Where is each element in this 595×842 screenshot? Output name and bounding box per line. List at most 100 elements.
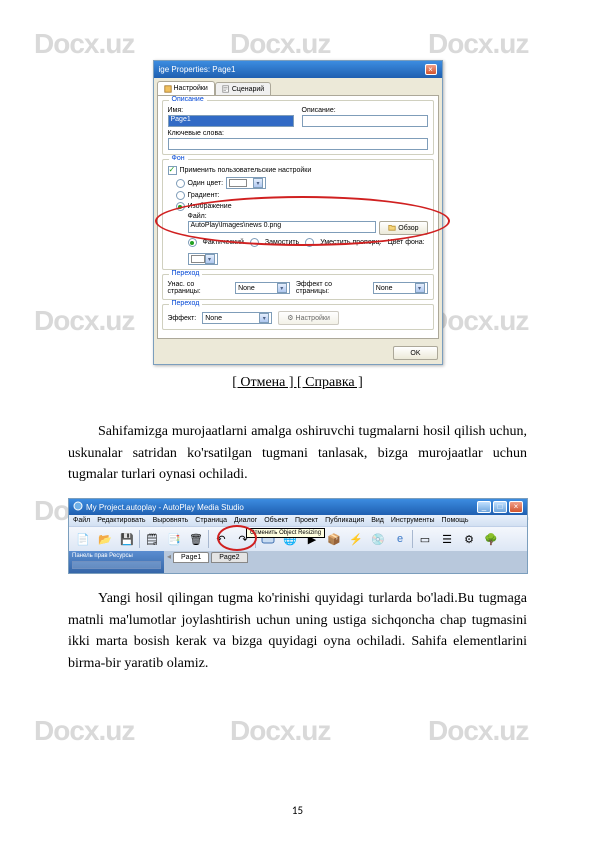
chevron-down-icon: ▾ (415, 283, 425, 293)
group-title: Описание (169, 96, 207, 103)
single-color-select[interactable]: ▾ (226, 177, 266, 189)
settings-button[interactable]: ⚙ Настройки (278, 311, 339, 325)
chevron-down-icon: ▾ (259, 313, 269, 323)
dup-page-icon[interactable]: 📑 (164, 529, 184, 549)
page-content: ige Properties: Page1 × Настройки Сценар… (0, 0, 595, 717)
tab-script[interactable]: Сценарий (215, 82, 271, 95)
menu-tools[interactable]: Инструменты (391, 517, 435, 524)
close-icon[interactable]: × (425, 64, 437, 75)
stretch-radio[interactable] (305, 238, 314, 247)
paragraph-2: Yangi hosil qilingan tugma ko'rinishi qu… (68, 588, 527, 675)
page-tab-2[interactable]: Page2 (211, 552, 247, 563)
menu-object[interactable]: Объект (264, 517, 288, 524)
left-panel-header: Панель прав Ресурсы (69, 551, 164, 573)
file-input[interactable]: AutoPlay\Images\news 0.png (188, 221, 377, 233)
minimize-button[interactable]: _ (477, 501, 491, 513)
gear-icon[interactable]: ⚙ (459, 529, 479, 549)
group-transition2: Переход Эффект: None ▾ ⚙ Настройки (162, 304, 434, 330)
menu-view[interactable]: Вид (371, 517, 384, 524)
flash-icon[interactable]: ⚡ (346, 529, 366, 549)
menubar: Файл Редактировать Выровнять Страница Ди… (69, 515, 527, 526)
window-title-text: My Project.autoplay - AutoPlay Media Stu… (86, 503, 244, 512)
chevron-down-icon: ▾ (205, 254, 215, 264)
del-page-icon[interactable]: 🗑 (186, 529, 206, 549)
dialog-title-text: ige Properties: Page1 (159, 65, 236, 74)
folder-icon (388, 223, 396, 233)
menu-edit[interactable]: Редактировать (97, 517, 145, 524)
group-description: Описание Имя: Page1 Описание: Ключевые с… (162, 100, 434, 155)
group-transition: Переход Унас. со страницы: None ▾ Эффект… (162, 274, 434, 300)
chevron-down-icon: ▾ (277, 283, 287, 293)
tab-nav-icon[interactable]: ◂ (167, 552, 171, 561)
group-title: Фон (169, 155, 188, 162)
group-title: Переход (169, 300, 203, 307)
ok-button[interactable]: OK (393, 346, 437, 360)
group-background: Фон Применить пользовательские настройки… (162, 159, 434, 270)
chevron-down-icon: ▾ (253, 178, 263, 188)
use-custom-label: Применить пользовательские настройки (180, 167, 312, 174)
build-icon[interactable]: 📦 (324, 529, 344, 549)
app-window: My Project.autoplay - AutoPlay Media Stu… (68, 498, 528, 574)
script-icon (222, 85, 230, 93)
new-icon[interactable]: 📄 (73, 529, 93, 549)
tile-radio[interactable] (250, 238, 259, 247)
menu-page[interactable]: Страница (195, 517, 227, 524)
bgcolor-select[interactable]: ▾ (188, 253, 218, 265)
file-label: Файл: (188, 213, 428, 220)
figure-caption: [ Отмена ] [ Справка ] (68, 375, 527, 391)
watermark: Docx.uz (230, 715, 330, 747)
watermark: Docx.uz (34, 715, 134, 747)
effect-select[interactable]: None ▾ (373, 282, 428, 294)
image-radio[interactable] (176, 202, 185, 211)
menu-publish[interactable]: Публикация (325, 517, 364, 524)
toolbar: 📄 📂 💾 🗒 📑 🗑 ↶ ↷ Отменить Object Resizing… (69, 526, 527, 551)
menu-align[interactable]: Выровнять (153, 517, 189, 524)
keywords-label: Ключевые слова: (168, 130, 428, 137)
properties-dialog: ige Properties: Page1 × Настройки Сценар… (153, 60, 443, 365)
watermark: Docx.uz (428, 715, 528, 747)
app-icon (73, 501, 83, 513)
inherit-select[interactable]: None ▾ (235, 282, 290, 294)
gradient-label: Градиент: (188, 192, 220, 199)
dialog-icon[interactable]: ▭ (415, 529, 435, 549)
redo-icon[interactable]: ↷ Отменить Object Resizing (233, 529, 253, 549)
tab-settings[interactable]: Настройки (157, 81, 215, 95)
use-custom-checkbox[interactable] (168, 166, 177, 175)
tooltip: Отменить Object Resizing (246, 528, 325, 538)
menu-dialog[interactable]: Диалог (234, 517, 257, 524)
page-icon[interactable]: 🗒 (142, 529, 162, 549)
page-tabs-area: ◂ Page1 Page2 (164, 551, 527, 573)
effect2-select[interactable]: None ▾ (202, 312, 272, 324)
single-color-radio[interactable] (176, 179, 185, 188)
window-titlebar: My Project.autoplay - AutoPlay Media Stu… (69, 499, 527, 515)
desc-label: Описание: (302, 107, 428, 114)
disc-icon[interactable]: 💿 (368, 529, 388, 549)
settings-icon (164, 85, 172, 93)
gradient-radio[interactable] (176, 191, 185, 200)
ie-icon[interactable]: e (390, 529, 410, 549)
open-icon[interactable]: 📂 (95, 529, 115, 549)
maximize-button[interactable]: □ (493, 501, 507, 513)
save-icon[interactable]: 💾 (117, 529, 137, 549)
undo-icon[interactable]: ↶ (211, 529, 231, 549)
gear-icon: ⚙ (287, 314, 293, 322)
name-label: Имя: (168, 107, 294, 114)
image-opt-label: Изображение (188, 203, 232, 210)
menu-help[interactable]: Помощь (442, 517, 469, 524)
props-icon[interactable]: ☰ (437, 529, 457, 549)
single-color-label: Один цвет: (188, 180, 224, 187)
menu-project[interactable]: Проект (295, 517, 318, 524)
fit-radio[interactable] (188, 238, 197, 247)
keywords-input[interactable] (168, 138, 428, 150)
tree-icon[interactable]: 🌳 (481, 529, 501, 549)
menu-file[interactable]: Файл (73, 517, 90, 524)
close-button[interactable]: × (509, 501, 523, 513)
paragraph-1: Sahifamizga murojaatlarni amalga oshiruv… (68, 421, 527, 486)
dialog-titlebar: ige Properties: Page1 × (154, 61, 442, 78)
group-title: Переход (169, 270, 203, 277)
name-input[interactable]: Page1 (168, 115, 294, 127)
page-number: 15 (292, 804, 303, 817)
page-tab-1[interactable]: Page1 (173, 552, 209, 563)
browse-button[interactable]: Обзор (379, 221, 427, 235)
desc-input[interactable] (302, 115, 428, 127)
